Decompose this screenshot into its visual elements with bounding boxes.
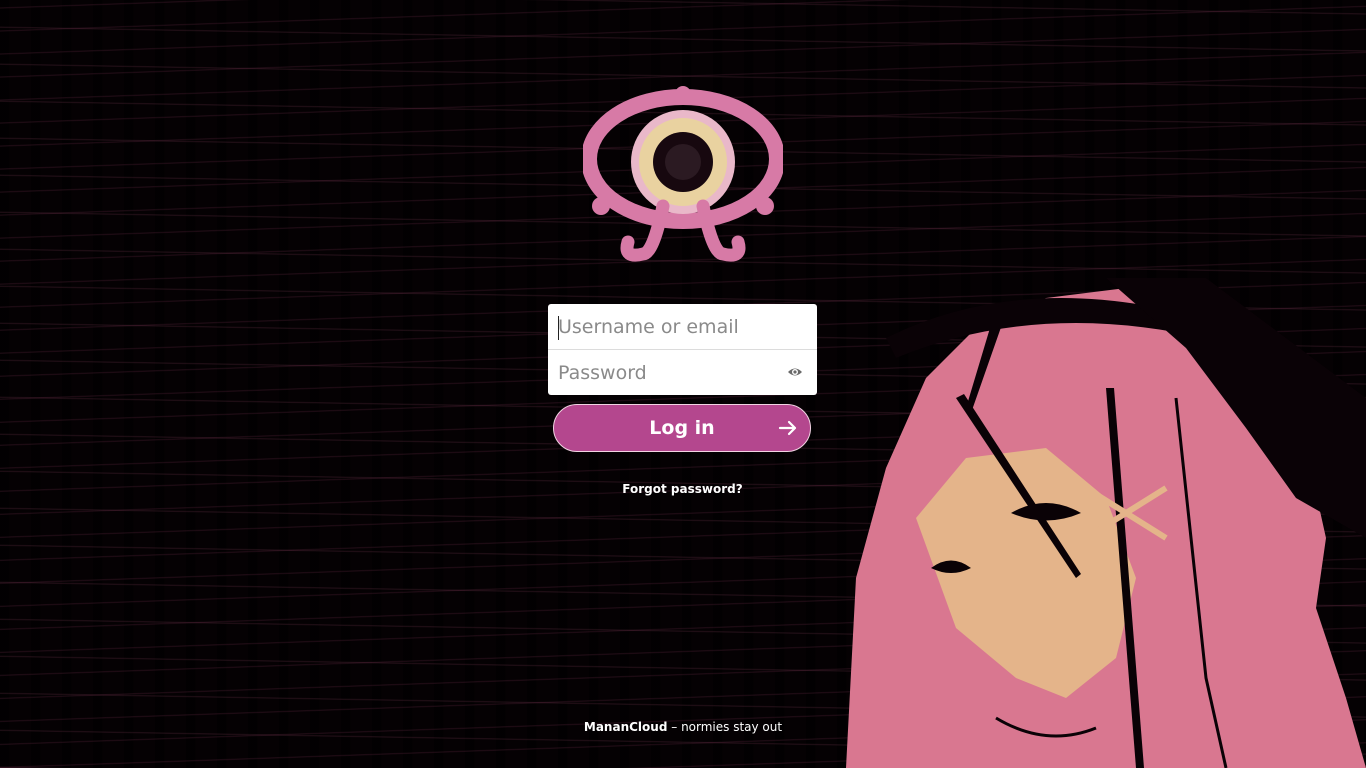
background-illustration: [846, 278, 1366, 768]
arrow-right-icon: [778, 420, 797, 436]
password-input[interactable]: [548, 350, 817, 395]
username-field-wrapper: [548, 304, 817, 349]
login-fields: [548, 304, 817, 395]
forgot-password-link[interactable]: Forgot password?: [548, 482, 817, 496]
footer-separator: –: [667, 720, 682, 734]
eye-icon[interactable]: [787, 364, 803, 380]
footer: MananCloud – normies stay out: [0, 720, 1366, 734]
logo-icon: [583, 86, 783, 262]
footer-tagline: normies stay out: [681, 720, 783, 734]
footer-brand[interactable]: MananCloud: [584, 720, 668, 734]
login-button-label: Log in: [649, 417, 715, 439]
username-input[interactable]: [548, 304, 817, 349]
text-caret: [558, 316, 559, 340]
login-form: Log in Forgot password?: [548, 304, 817, 496]
password-field-wrapper: [548, 349, 817, 395]
login-button[interactable]: Log in: [553, 404, 811, 452]
